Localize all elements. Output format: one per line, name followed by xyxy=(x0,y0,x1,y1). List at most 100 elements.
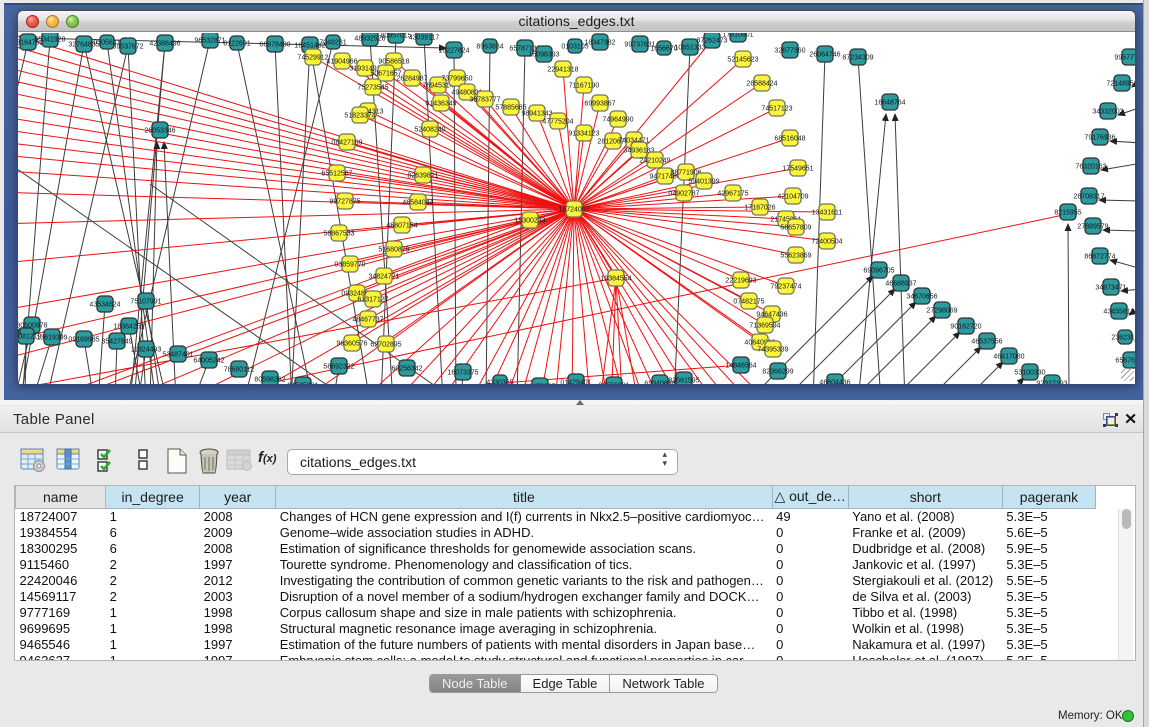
svg-text:69993867: 69993867 xyxy=(584,101,615,108)
svg-text:59401399: 59401399 xyxy=(688,179,719,186)
svg-text:14846564: 14846564 xyxy=(725,363,756,370)
svg-text:8215955: 8215955 xyxy=(1054,210,1081,217)
svg-text:18227824: 18227824 xyxy=(438,48,469,55)
svg-text:82366299: 82366299 xyxy=(762,369,793,376)
svg-text:18347382: 18347382 xyxy=(584,40,615,47)
svg-text:68516048: 68516048 xyxy=(774,136,805,143)
svg-text:51823374: 51823374 xyxy=(344,113,375,120)
svg-text:53487401: 53487401 xyxy=(162,352,193,359)
svg-text:16648764: 16648764 xyxy=(874,100,905,107)
svg-text:15300233: 15300233 xyxy=(514,218,545,225)
svg-text:73799650: 73799650 xyxy=(441,76,472,83)
svg-text:26284987: 26284987 xyxy=(396,76,427,83)
svg-text:46537556: 46537556 xyxy=(971,339,1002,346)
svg-text:43455812: 43455812 xyxy=(1103,309,1134,316)
svg-text:55623869: 55623869 xyxy=(780,253,811,260)
svg-text:0122691: 0122691 xyxy=(223,41,250,48)
svg-text:2362316: 2362316 xyxy=(1111,335,1135,342)
svg-text:04505331: 04505331 xyxy=(287,383,318,385)
svg-text:58657809: 58657809 xyxy=(780,225,811,232)
svg-text:64005242: 64005242 xyxy=(193,358,224,365)
svg-text:27889579: 27889579 xyxy=(1077,224,1108,231)
svg-text:96532871: 96532871 xyxy=(194,38,225,45)
svg-text:42967175: 42967175 xyxy=(717,191,748,198)
svg-text:72148951: 72148951 xyxy=(1106,81,1135,88)
svg-text:04902787: 04902787 xyxy=(668,191,699,198)
svg-text:61317127: 61317127 xyxy=(357,297,388,304)
svg-text:13431611: 13431611 xyxy=(812,210,843,217)
svg-text:13619399: 13619399 xyxy=(36,335,67,342)
svg-text:86872774: 86872774 xyxy=(1084,254,1115,261)
svg-text:19384554: 19384554 xyxy=(600,276,631,283)
svg-text:7048281: 7048281 xyxy=(319,40,346,47)
svg-text:65512567: 65512567 xyxy=(321,171,352,178)
svg-text:8084124: 8084124 xyxy=(18,330,22,337)
svg-text:96360576: 96360576 xyxy=(336,341,367,348)
svg-text:79237474: 79237474 xyxy=(770,284,801,291)
svg-text:83561595: 83561595 xyxy=(668,378,699,385)
svg-text:51680876: 51680876 xyxy=(378,247,409,254)
svg-text:92327193: 92327193 xyxy=(1036,381,1067,385)
svg-text:46804436: 46804436 xyxy=(819,380,850,385)
svg-text:87262473: 87262473 xyxy=(696,38,727,45)
svg-text:48467737: 48467737 xyxy=(352,317,383,324)
svg-text:03859770: 03859770 xyxy=(334,262,365,269)
svg-text:74517123: 74517123 xyxy=(761,106,792,113)
svg-text:41458685: 41458685 xyxy=(524,384,555,385)
svg-text:76320163: 76320163 xyxy=(1075,164,1106,171)
svg-text:4330365: 4330365 xyxy=(486,380,513,385)
svg-text:22941318: 22941318 xyxy=(547,67,578,74)
svg-text:46417080: 46417080 xyxy=(993,354,1024,361)
svg-text:52145623: 52145623 xyxy=(727,57,758,64)
svg-text:47775204: 47775204 xyxy=(542,119,573,126)
svg-text:36783777: 36783777 xyxy=(469,97,500,104)
svg-text:46584044: 46584044 xyxy=(402,200,433,207)
svg-text:98941343: 98941343 xyxy=(521,111,552,118)
svg-text:80598262: 80598262 xyxy=(254,377,285,384)
svg-text:90162720: 90162720 xyxy=(950,324,981,331)
svg-text:74529912: 74529912 xyxy=(297,55,328,62)
svg-text:34824771: 34824771 xyxy=(368,274,399,281)
svg-text:71167190: 71167190 xyxy=(569,83,600,90)
svg-text:10651333: 10651333 xyxy=(674,45,705,52)
svg-text:58692322: 58692322 xyxy=(323,364,354,371)
svg-text:87234309: 87234309 xyxy=(842,55,873,62)
svg-text:69096705: 69096705 xyxy=(863,268,894,275)
svg-text:96556981: 96556981 xyxy=(598,383,629,385)
svg-text:01436349: 01436349 xyxy=(425,101,456,108)
svg-text:60256342: 60256342 xyxy=(391,366,422,373)
svg-text:75273545: 75273545 xyxy=(357,85,388,92)
svg-text:99577738: 99577738 xyxy=(1114,55,1135,62)
svg-text:09169985: 09169985 xyxy=(68,337,99,344)
svg-text:16073375: 16073375 xyxy=(447,370,478,377)
svg-text:71369594: 71369594 xyxy=(749,323,780,330)
svg-text:39537672: 39537672 xyxy=(112,44,143,51)
svg-text:34670656: 34670656 xyxy=(906,294,937,301)
svg-text:79176936: 79176936 xyxy=(1084,135,1115,142)
svg-text:82639821: 82639821 xyxy=(407,173,438,180)
svg-text:34332003: 34332003 xyxy=(1092,109,1123,116)
svg-text:52408240: 52408240 xyxy=(414,127,445,134)
svg-text:99727875: 99727875 xyxy=(329,199,360,206)
svg-text:42388496: 42388496 xyxy=(149,41,180,48)
svg-text:18384251: 18384251 xyxy=(113,324,144,331)
svg-text:17187026: 17187026 xyxy=(744,205,775,212)
svg-text:43039117: 43039117 xyxy=(409,35,440,42)
svg-text:41904966: 41904966 xyxy=(326,59,357,66)
svg-text:26064746: 26064746 xyxy=(809,52,840,59)
svg-text:62702895: 62702895 xyxy=(370,342,401,349)
svg-text:24210249: 24210249 xyxy=(639,158,670,165)
svg-text:32677360: 32677360 xyxy=(774,48,805,55)
svg-text:91334123: 91334123 xyxy=(568,131,599,138)
svg-text:27298069: 27298069 xyxy=(926,308,957,315)
svg-text:17549651: 17549651 xyxy=(782,166,813,173)
svg-text:46807154: 46807154 xyxy=(386,223,417,230)
svg-text:18724007: 18724007 xyxy=(558,207,589,214)
svg-text:22219693: 22219693 xyxy=(725,278,756,285)
svg-text:75107991: 75107991 xyxy=(130,299,161,306)
svg-text:65876036: 65876036 xyxy=(1115,358,1135,365)
svg-text:66978480: 66978480 xyxy=(259,42,290,49)
svg-text:34873471: 34873471 xyxy=(1095,285,1126,292)
svg-text:53100330: 53100330 xyxy=(1014,370,1045,377)
svg-text:80957015: 80957015 xyxy=(380,33,411,40)
